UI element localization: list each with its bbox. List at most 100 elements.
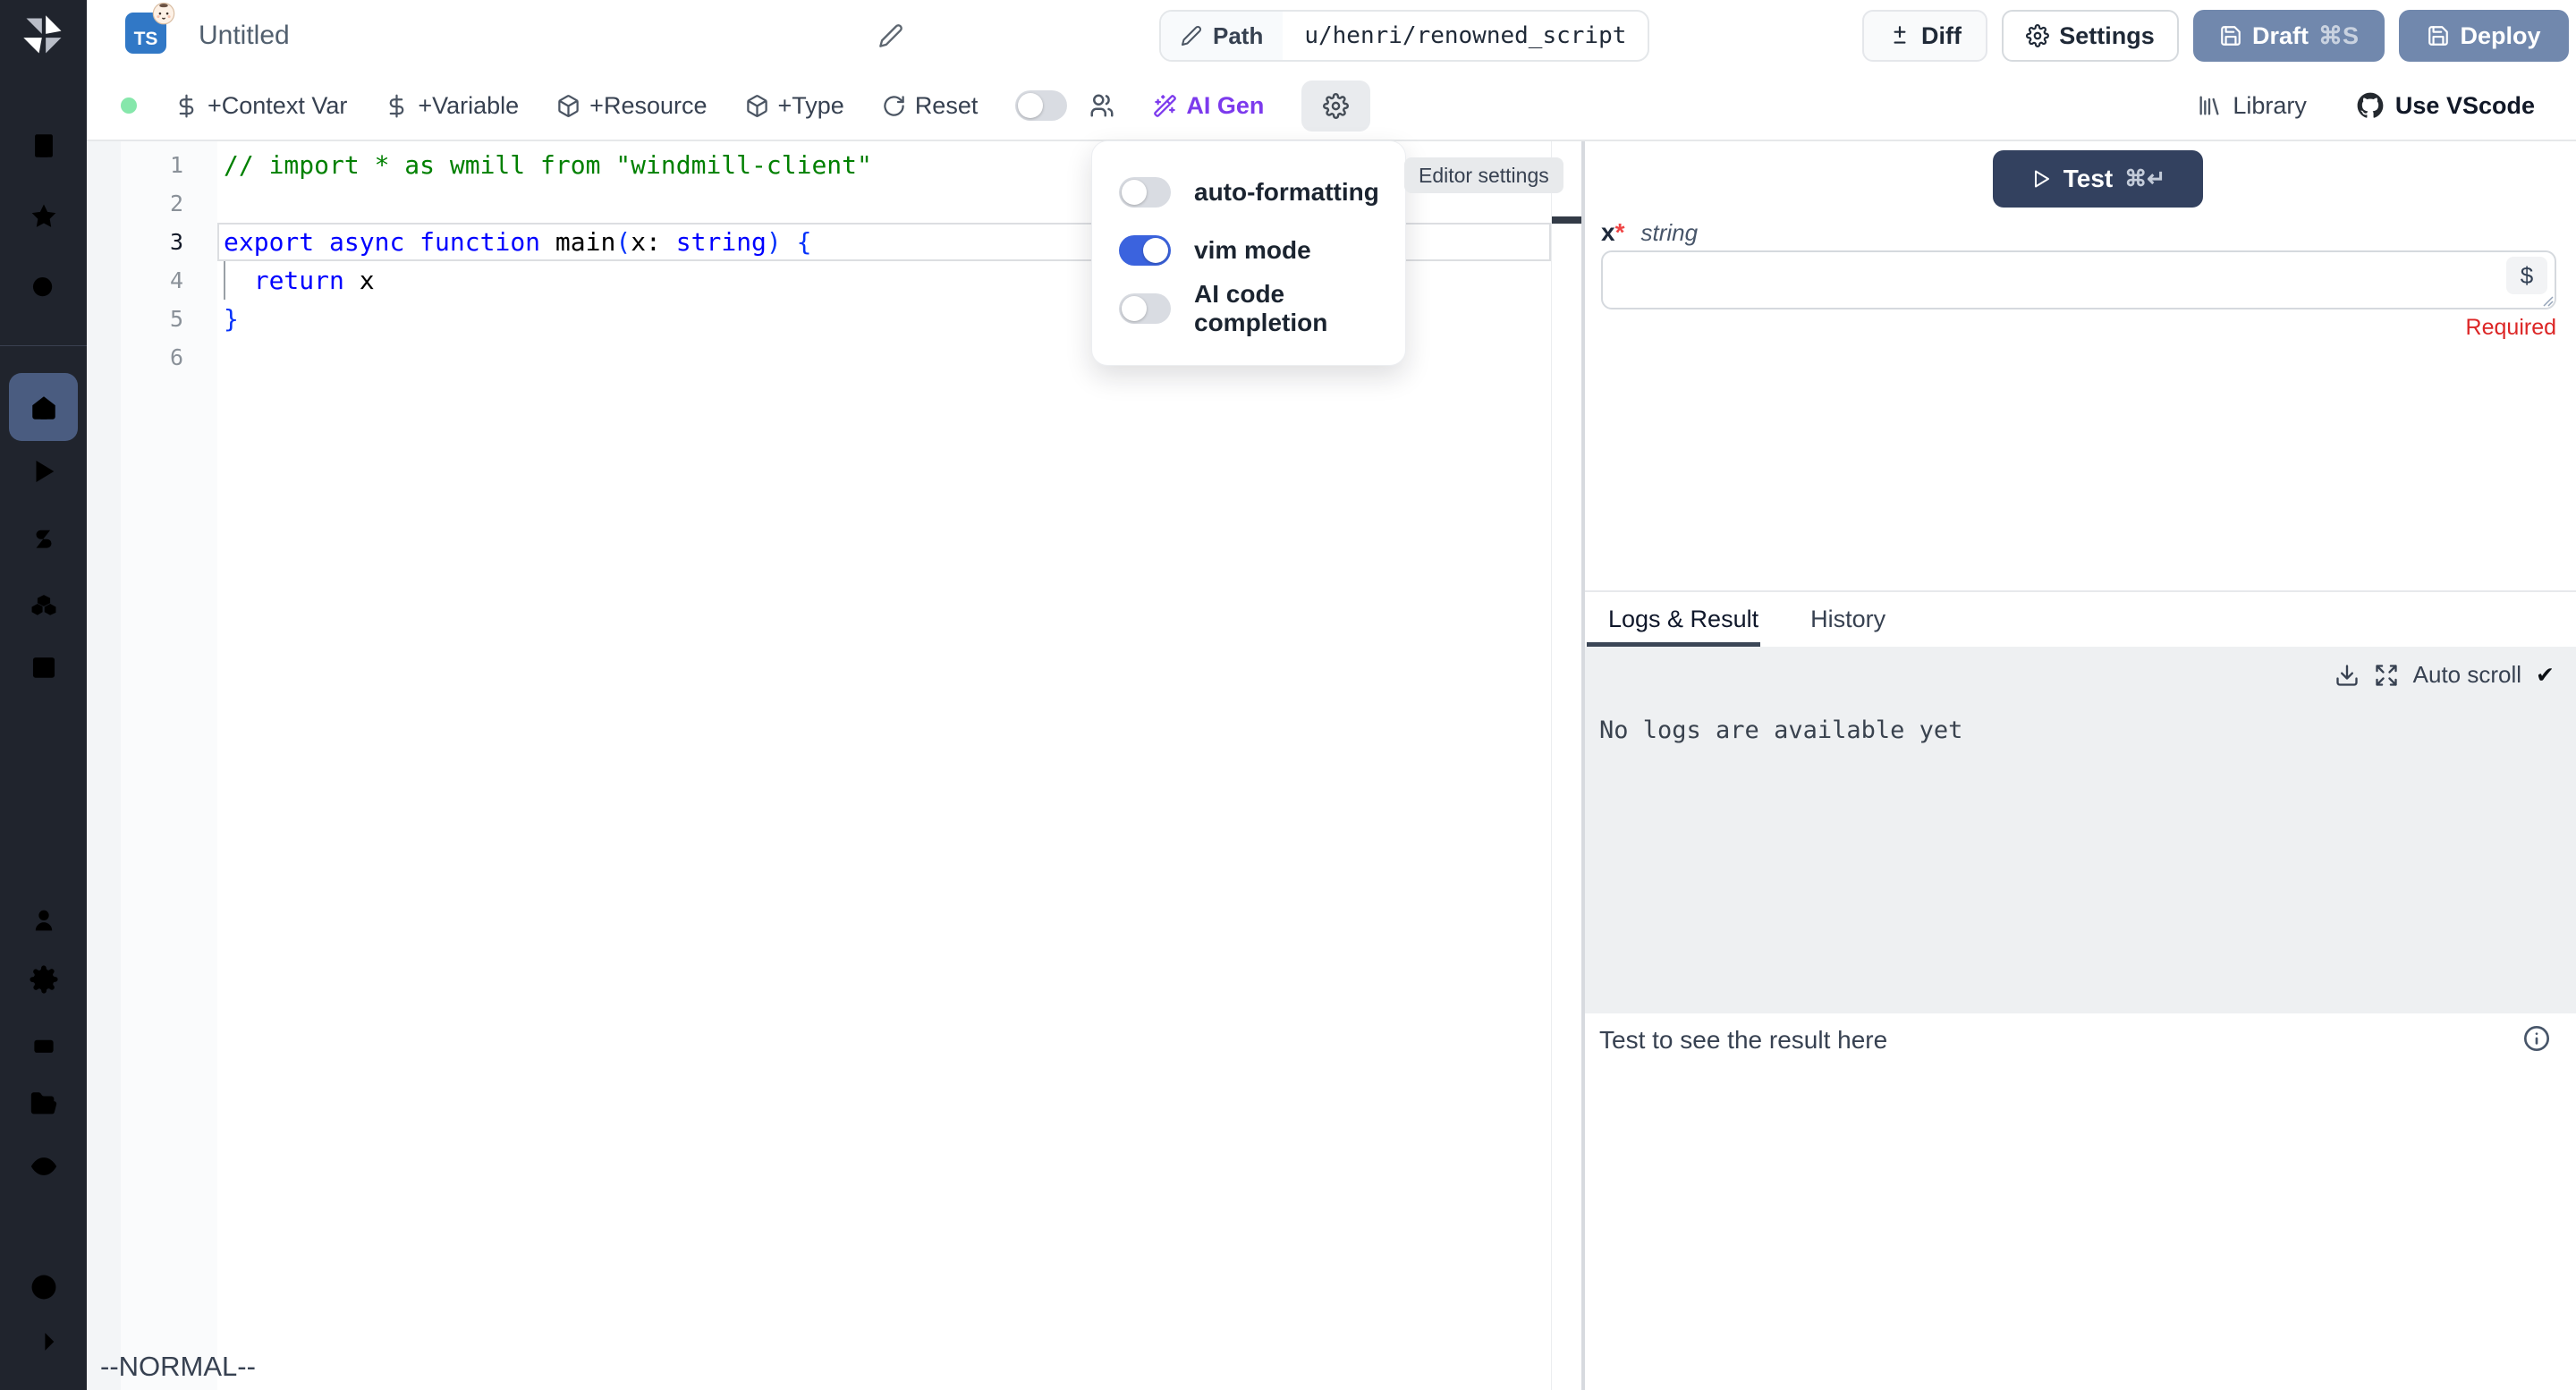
auto-scroll-checkbox[interactable]: ✔: [2536, 662, 2555, 689]
help-circle-icon[interactable]: [29, 1272, 59, 1302]
logs-area: Auto scroll ✔ No logs are available yet: [1585, 647, 2576, 1013]
path-label-section: Path: [1161, 12, 1283, 60]
test-button[interactable]: Test ⌘↵: [1993, 150, 2203, 208]
line-number: 2: [87, 184, 183, 223]
deploy-button[interactable]: Deploy: [2399, 10, 2569, 62]
insert-variable-button[interactable]: $: [2506, 257, 2547, 294]
search-icon[interactable]: [29, 273, 59, 303]
indent-guide: [224, 261, 225, 300]
result-tabs: Logs & Result History: [1585, 590, 2576, 646]
expand-arrow-icon[interactable]: [29, 1326, 59, 1357]
add-variable-button[interactable]: +Variable: [385, 92, 519, 120]
code-line: }: [224, 300, 872, 338]
code-content[interactable]: // import * as wmill from "windmill-clie…: [224, 146, 872, 377]
toggle-auto-formatting[interactable]: [1119, 177, 1171, 208]
github-icon: [2357, 92, 2384, 119]
titlebar: TS Untitled Path u/henri/renowned_script…: [87, 0, 2576, 72]
package-icon: [556, 94, 580, 118]
add-type-button[interactable]: +Type: [745, 92, 844, 120]
menu-option-label: AI code completion: [1194, 280, 1405, 337]
menu-option-label: auto-formatting: [1194, 178, 1379, 207]
required-hint: Required: [2466, 315, 2556, 341]
line-number: 3: [87, 223, 183, 261]
refresh-icon: [882, 94, 906, 118]
draft-button[interactable]: Draft ⌘S: [2193, 10, 2385, 62]
settings-button[interactable]: Settings: [2002, 10, 2179, 62]
script-title: Untitled: [199, 0, 290, 72]
home-icon[interactable]: [29, 393, 59, 423]
plus-minus-icon: [1888, 24, 1911, 47]
editor-toolbar: +Context Var +Variable +Resource +Type R…: [87, 72, 2576, 141]
save-icon: [2427, 24, 2450, 47]
result-area: Test to see the result here: [1585, 1013, 2576, 1390]
draft-shortcut: ⌘S: [2318, 22, 2359, 50]
line-number: 6: [87, 338, 183, 377]
user-icon[interactable]: [29, 905, 59, 936]
info-icon[interactable]: [2522, 1024, 2551, 1053]
editor-settings-tooltip: Editor settings: [1404, 157, 1563, 193]
editor-settings-menu: auto-formatting vim mode AI code completio…: [1091, 140, 1406, 366]
language-status-dot: [121, 97, 137, 114]
collaborator-avatar: [151, 0, 176, 25]
menu-option-label: vim mode: [1194, 236, 1311, 265]
menu-option-auto-formatting: auto-formatting: [1119, 170, 1405, 215]
log-controls: Auto scroll ✔: [2334, 661, 2555, 689]
add-context-var-button[interactable]: +Context Var: [174, 92, 347, 120]
schedules-calendar-icon[interactable]: [29, 651, 59, 682]
resources-boxes-icon[interactable]: [29, 589, 59, 619]
code-line: return x: [224, 261, 872, 300]
test-shortcut: ⌘↵: [2124, 165, 2165, 192]
workspace-building-icon[interactable]: [29, 131, 59, 161]
audit-eye-icon[interactable]: [29, 1151, 59, 1182]
resize-handle-icon[interactable]: [2542, 295, 2555, 308]
settings-gear-icon[interactable]: [29, 964, 59, 995]
library-button[interactable]: Library: [2197, 92, 2307, 120]
variables-dollar-icon[interactable]: [29, 523, 59, 554]
add-resource-button[interactable]: +Resource: [556, 92, 707, 120]
save-icon: [2219, 24, 2242, 47]
result-placeholder: Test to see the result here: [1599, 1026, 1887, 1055]
multiplayer-toggle-off[interactable]: [1015, 90, 1067, 121]
path-label: Path: [1213, 22, 1263, 50]
toggle-vim-mode[interactable]: [1119, 235, 1171, 266]
edit-title-pencil-icon[interactable]: [878, 23, 903, 48]
toggle-ai-code-completion[interactable]: [1119, 293, 1171, 324]
vim-status-bar: --NORMAL--: [100, 1351, 256, 1383]
diff-button[interactable]: Diff: [1862, 10, 1987, 62]
folders-icon[interactable]: [29, 1089, 59, 1119]
tab-history[interactable]: History: [1810, 606, 1885, 633]
expand-icon[interactable]: [2374, 663, 2399, 688]
run-preview-panel: Test ⌘↵ x * string $ Required Logs & Res…: [1585, 141, 2576, 1390]
argument-label-row: x * string: [1601, 218, 1698, 247]
runs-play-icon[interactable]: [29, 456, 59, 487]
logs-empty-message: No logs are available yet: [1599, 716, 1962, 744]
reset-button[interactable]: Reset: [882, 92, 979, 120]
editor-settings-gear-button[interactable]: [1301, 81, 1370, 131]
windmill-logo-icon[interactable]: [21, 13, 67, 59]
workers-robot-icon[interactable]: [29, 1029, 59, 1059]
favorites-star-icon[interactable]: [29, 201, 59, 232]
overview-ruler-cursor-mark: [1552, 216, 1581, 224]
argument-type: string: [1640, 219, 1698, 247]
package-icon: [745, 94, 769, 118]
argument-input[interactable]: [1601, 250, 2556, 309]
path-chip[interactable]: Path u/henri/renowned_script: [1159, 10, 1649, 62]
argument-name: x: [1601, 218, 1615, 247]
users-icon: [1089, 92, 1115, 119]
use-vscode-button[interactable]: Use VScode: [2357, 92, 2535, 120]
ai-gen-button[interactable]: AI Gen: [1153, 92, 1264, 120]
line-number: 4: [87, 261, 183, 300]
required-marker: *: [1615, 218, 1625, 247]
dollar-icon: [385, 94, 409, 118]
download-icon[interactable]: [2334, 663, 2360, 688]
tab-logs-result[interactable]: Logs & Result: [1608, 606, 1758, 633]
line-numbers: 123456: [87, 146, 183, 377]
magic-wand-icon: [1153, 94, 1177, 118]
line-number: 1: [87, 146, 183, 184]
play-icon: [2030, 168, 2052, 190]
gear-icon: [1323, 93, 1349, 119]
multiplayer-users-button[interactable]: [1089, 92, 1115, 119]
overview-ruler: [1551, 141, 1552, 1390]
code-line: [224, 184, 872, 223]
gear-icon: [2026, 24, 2049, 47]
